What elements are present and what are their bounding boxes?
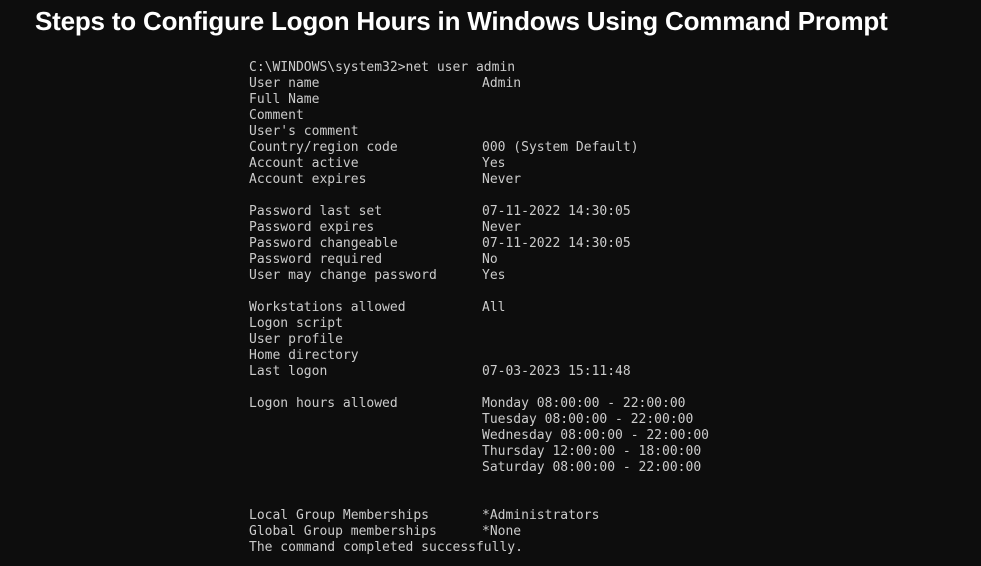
console-line: User name Admin	[249, 76, 969, 92]
console-line-label: Password last set	[249, 204, 383, 219]
console-line-value: Never	[482, 220, 522, 235]
console-line-value: Thursday 12:00:00 - 18:00:00	[482, 444, 702, 459]
console-line: Wednesday 08:00:00 - 22:00:00	[249, 428, 969, 444]
console-line	[249, 188, 969, 204]
console-line	[249, 492, 969, 508]
console-line-label: Logon hours allowed	[249, 396, 398, 411]
console-line: Full Name	[249, 92, 969, 108]
console-line: Password changeable 07-11-2022 14:30:05	[249, 236, 969, 252]
console-line-label: Local Group Memberships	[249, 508, 430, 523]
console-line: Home directory	[249, 348, 969, 364]
console-line: Thursday 12:00:00 - 18:00:00	[249, 444, 969, 460]
console-line: Password last set 07-11-2022 14:30:05	[249, 204, 969, 220]
console-line: Tuesday 08:00:00 - 22:00:00	[249, 412, 969, 428]
console-line: Saturday 08:00:00 - 22:00:00	[249, 460, 969, 476]
console-line-label: Comment	[249, 108, 304, 123]
console-line-label: Logon script	[249, 316, 343, 331]
console-line: Global Group memberships *None	[249, 524, 969, 540]
console-line-value: Wednesday 08:00:00 - 22:00:00	[482, 428, 709, 443]
console-line: The command completed successfully.	[249, 540, 969, 556]
console-line-value: *Administrators	[482, 508, 600, 523]
console-line: Password expires Never	[249, 220, 969, 236]
console-line	[249, 284, 969, 300]
console-line-value: No	[482, 252, 498, 267]
console-line-label: User may change password	[249, 268, 437, 283]
console-line-label: Account expires	[249, 172, 367, 187]
console-line	[249, 380, 969, 396]
console-line-label: User name	[249, 76, 320, 91]
console-line-value: Yes	[482, 268, 506, 283]
console-line-value: All	[482, 300, 506, 315]
console-line: Account expires Never	[249, 172, 969, 188]
console-line: User profile	[249, 332, 969, 348]
console-line: Comment	[249, 108, 969, 124]
console-line-value: Yes	[482, 156, 506, 171]
page-title: Steps to Configure Logon Hours in Window…	[35, 6, 888, 36]
console-line-value: Monday 08:00:00 - 22:00:00	[482, 396, 686, 411]
console-line-label: Password changeable	[249, 236, 398, 251]
command-prompt-output: C:\WINDOWS\system32>net user admin User n…	[249, 60, 969, 556]
console-line-label: Password required	[249, 252, 383, 267]
console-line: Last logon 07-03-2023 15:11:48	[249, 364, 969, 380]
console-line-label: Home directory	[249, 348, 359, 363]
console-line-label: Account active	[249, 156, 359, 171]
console-line: User may change password Yes	[249, 268, 969, 284]
console-line-label: Full Name	[249, 92, 320, 107]
console-line: Local Group Memberships *Administrators	[249, 508, 969, 524]
console-line-value: Never	[482, 172, 522, 187]
console-line-value: 07-11-2022 14:30:05	[482, 204, 631, 219]
console-line-label: User's comment	[249, 124, 359, 139]
console-line-value: 000 (System Default)	[482, 140, 639, 155]
console-line-value: *None	[482, 524, 522, 539]
console-line-label: Global Group memberships	[249, 524, 437, 539]
console-line-label: Workstations allowed	[249, 300, 406, 315]
console-line	[249, 476, 969, 492]
console-line-label: User profile	[249, 332, 343, 347]
console-line: Password required No	[249, 252, 969, 268]
console-line-value: Admin	[482, 76, 522, 91]
console-line-text: The command completed successfully.	[249, 540, 523, 555]
console-line: Logon hours allowed Monday 08:00:00 - 22:…	[249, 396, 969, 412]
console-line: Logon script	[249, 316, 969, 332]
console-line-label: Password expires	[249, 220, 375, 235]
console-line-value: Tuesday 08:00:00 - 22:00:00	[482, 412, 694, 427]
console-line: Account active Yes	[249, 156, 969, 172]
console-line: Country/region code 000 (System Default)	[249, 140, 969, 156]
console-line-value: Saturday 08:00:00 - 22:00:00	[482, 460, 702, 475]
console-line-label: Last logon	[249, 364, 328, 379]
console-line: C:\WINDOWS\system32>net user admin	[249, 60, 969, 76]
console-line-label: Country/region code	[249, 140, 398, 155]
console-line: User's comment	[249, 124, 969, 140]
console-line-value: 07-11-2022 14:30:05	[482, 236, 631, 251]
console-line: Workstations allowed All	[249, 300, 969, 316]
console-line-value: 07-03-2023 15:11:48	[482, 364, 631, 379]
console-line-text: C:\WINDOWS\system32>net user admin	[249, 60, 516, 75]
